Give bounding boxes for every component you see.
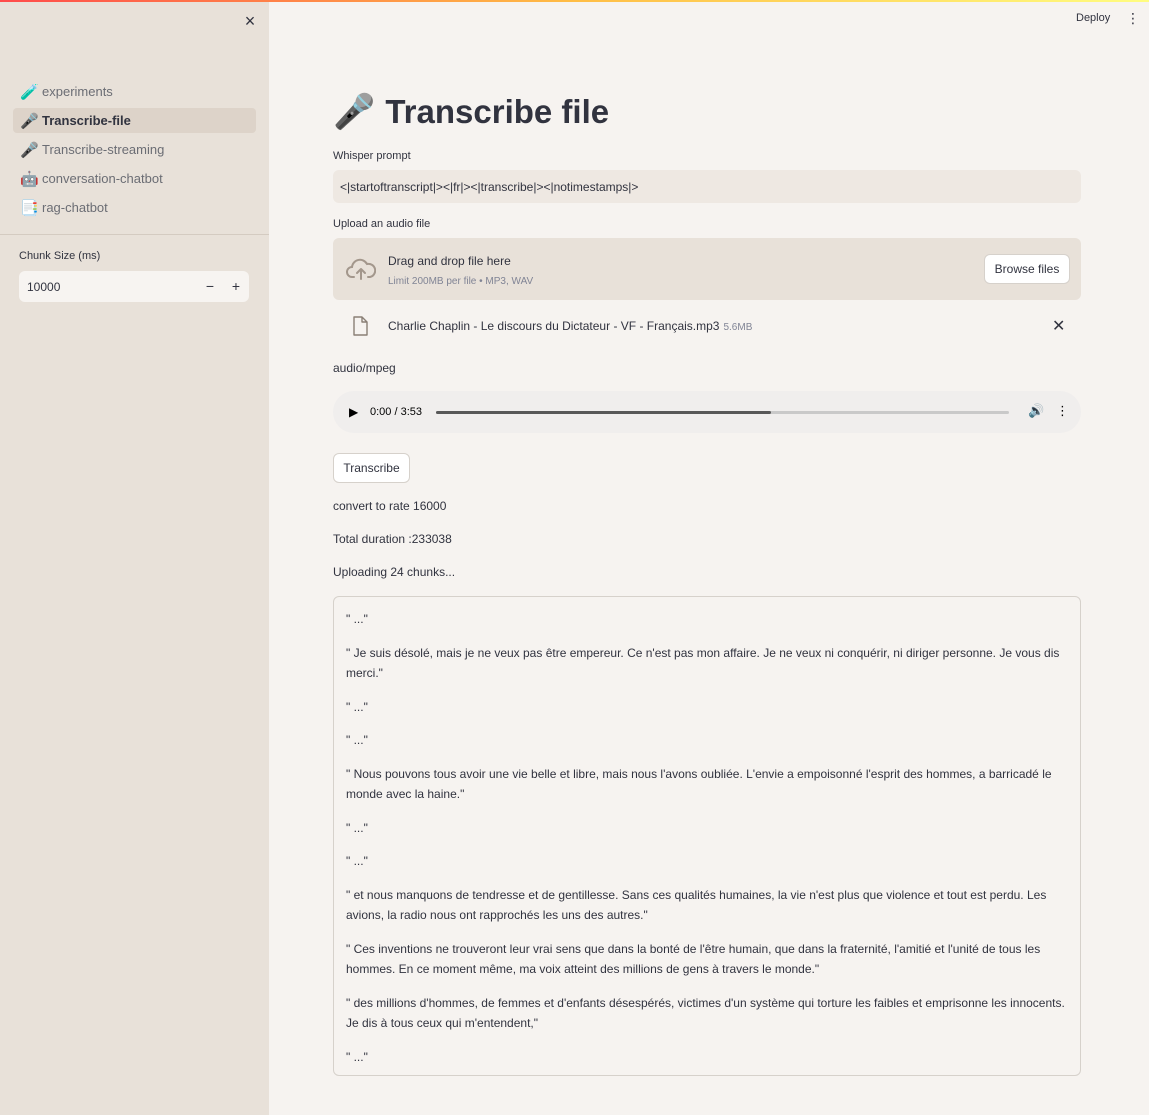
transcript-line: " ...": [346, 612, 368, 626]
transcript-line: " Je suis désolé, mais je ne veux pas êt…: [346, 645, 1060, 681]
whisper-prompt-input[interactable]: [333, 170, 1081, 203]
transcript-line: " ...": [346, 699, 368, 714]
transcript-line: " ...": [346, 854, 368, 868]
status-line: convert to rate 16000: [333, 499, 447, 513]
main-menu-icon[interactable]: ⋮: [1126, 10, 1140, 27]
sidebar: × 🧪 experiments 🎤 Transcribe-file 🎤 Tran…: [0, 0, 269, 1115]
sidebar-item-label: experiments: [42, 84, 113, 99]
audio-seek-bar[interactable]: [436, 411, 1009, 414]
sidebar-item-label: conversation-chatbot: [42, 171, 163, 186]
robot-icon: 🤖: [20, 170, 39, 188]
file-name-text: Charlie Chaplin - Le discours du Dictate…: [388, 319, 720, 333]
file-size: 5.6MB: [723, 322, 753, 333]
transcript-line: " ...": [346, 820, 368, 835]
page-title: 🎤 Transcribe file: [333, 92, 609, 132]
upload-limit-text: Limit 200MB per file • MP3, WAV: [388, 276, 534, 287]
sidebar-item-transcribe-file[interactable]: 🎤 Transcribe-file: [13, 108, 256, 133]
transcript-line: " ...": [346, 1049, 368, 1064]
microphone-icon: 🎤: [333, 93, 376, 131]
status-line: Uploading 24 chunks...: [333, 565, 456, 579]
increment-button[interactable]: +: [223, 271, 249, 302]
test-tube-icon: 🧪: [20, 83, 39, 101]
page-title-text: Transcribe file: [385, 93, 610, 130]
upload-label: Upload an audio file: [333, 218, 431, 230]
microphone-icon: 🎤: [20, 141, 39, 159]
status-line: Total duration :233038: [333, 532, 452, 546]
sidebar-nav: 🧪 experiments 🎤 Transcribe-file 🎤 Transc…: [13, 79, 256, 224]
transcribe-button[interactable]: Transcribe: [333, 453, 410, 483]
file-name: Charlie Chaplin - Le discours du Dictate…: [388, 319, 752, 333]
transcript-line: " Ces inventions ne trouveront leur vrai…: [346, 941, 1041, 977]
deploy-button[interactable]: Deploy: [1076, 12, 1110, 24]
transcript-line: " Nous pouvons tous avoir une vie belle …: [346, 766, 1052, 802]
sidebar-item-transcribe-streaming[interactable]: 🎤 Transcribe-streaming: [13, 137, 256, 162]
close-sidebar-icon[interactable]: ×: [241, 12, 259, 30]
file-dropzone[interactable]: Drag and drop file here Limit 200MB per …: [333, 238, 1081, 300]
audio-time: 0:00 / 3:53: [370, 406, 422, 418]
sidebar-item-label: Transcribe-streaming: [42, 142, 165, 157]
remove-file-icon[interactable]: ✕: [1052, 316, 1065, 336]
cloud-upload-icon: [346, 258, 376, 280]
audio-player: ▶ 0:00 / 3:53 🔊 ⋮: [333, 391, 1081, 433]
volume-icon[interactable]: 🔊: [1028, 403, 1044, 419]
file-icon: [353, 316, 368, 336]
decrement-button[interactable]: −: [197, 271, 223, 302]
sidebar-item-experiments[interactable]: 🧪 experiments: [13, 79, 256, 104]
bookmark-tabs-icon: 📑: [20, 199, 39, 217]
transcript-line: " des millions d'hommes, de femmes et d'…: [346, 995, 1065, 1031]
top-decoration-bar: [0, 0, 1149, 2]
audio-more-icon[interactable]: ⋮: [1056, 403, 1069, 419]
mime-type-text: audio/mpeg: [333, 361, 396, 375]
drag-drop-text: Drag and drop file here: [388, 254, 511, 268]
sidebar-item-conversation-chatbot[interactable]: 🤖 conversation-chatbot: [13, 166, 256, 191]
transcript-line: " ...": [346, 733, 368, 747]
sidebar-item-label: rag-chatbot: [42, 200, 108, 215]
transcript-line: " et nous manquons de tendresse et de ge…: [346, 887, 1047, 923]
whisper-prompt-label: Whisper prompt: [333, 150, 411, 162]
browse-files-button[interactable]: Browse files: [984, 254, 1070, 284]
audio-seek-fill: [436, 411, 772, 414]
play-icon[interactable]: ▶: [349, 405, 358, 419]
microphone-icon: 🎤: [20, 112, 39, 130]
chunk-size-stepper: − +: [19, 271, 249, 302]
sidebar-item-label: Transcribe-file: [42, 113, 131, 128]
sidebar-item-rag-chatbot[interactable]: 📑 rag-chatbot: [13, 195, 256, 220]
chunk-size-input[interactable]: [19, 271, 197, 302]
sidebar-divider: [0, 234, 269, 235]
uploaded-file: Charlie Chaplin - Le discours du Dictate…: [333, 310, 1081, 342]
chunk-size-label: Chunk Size (ms): [19, 250, 101, 262]
transcription-output: " ..." " Je suis désolé, mais je ne veux…: [333, 596, 1081, 1076]
